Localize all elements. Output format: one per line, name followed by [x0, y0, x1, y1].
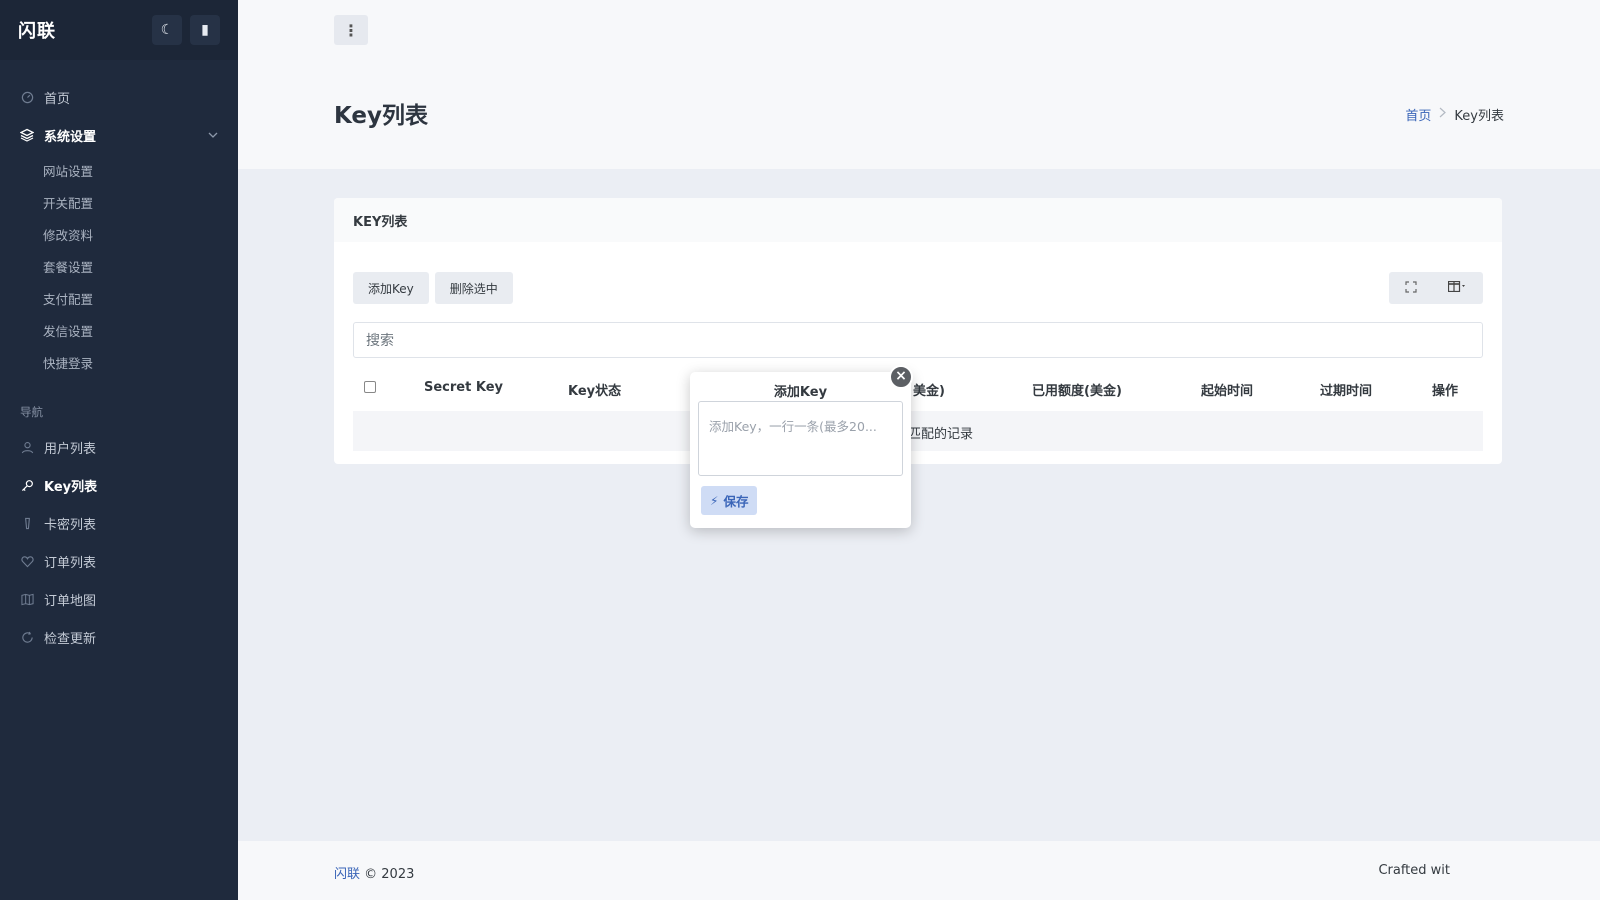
key-textarea[interactable]: 添加Key，一行一条(最多20... — [698, 401, 903, 476]
sidebar-nav: 首页 系统设置 网站设置 开关配置 修改资料 套餐设置 支付配置 发信设置 快捷… — [0, 60, 238, 656]
column-header-start-time[interactable]: 起始时间 — [1201, 380, 1253, 399]
footer-copyright: 闪联 © 2023 — [334, 863, 414, 882]
footer-brand-link[interactable]: 闪联 — [334, 867, 360, 882]
sidebar-item-order-map[interactable]: 订单地图 — [0, 580, 238, 618]
column-header-expire-time[interactable]: 过期时间 — [1320, 380, 1372, 399]
delete-selected-button[interactable]: 删除选中 — [434, 272, 513, 304]
sidebar-subitem-switches[interactable]: 开关配置 — [0, 186, 238, 218]
breadcrumb: 首页 Key列表 — [1405, 105, 1504, 124]
sidebar-item-check-update[interactable]: 检查更新 — [0, 618, 238, 656]
save-button-label: 保存 — [723, 494, 749, 509]
sidebar-section-label: 导航 — [20, 405, 43, 419]
column-header-used-quota[interactable]: 已用额度(美金) — [1032, 380, 1122, 399]
card-title: KEY列表 — [334, 198, 1502, 242]
map-icon — [20, 592, 34, 606]
user-icon — [20, 440, 34, 454]
sidebar-item-label: Key列表 — [44, 479, 98, 495]
card-icon — [20, 516, 34, 530]
sidebar-subitem-mail[interactable]: 发信设置 — [0, 314, 238, 346]
footer-copyright-text: © 2023 — [364, 867, 415, 882]
footer: 闪联 © 2023 Crafted wit — [238, 841, 1600, 900]
layers-icon — [20, 128, 34, 142]
key-icon — [20, 478, 34, 492]
dashboard-icon — [20, 90, 34, 104]
sidebar-item-label: 订单列表 — [44, 555, 97, 571]
sidebar-item-orders[interactable]: 订单列表 — [0, 542, 238, 580]
column-header-key-status[interactable]: Key状态 — [568, 380, 621, 399]
popover-title: 添加Key — [773, 385, 828, 400]
sidebar-item-users[interactable]: 用户列表 — [0, 428, 238, 466]
add-key-button[interactable]: 添加Key — [353, 272, 429, 304]
more-vertical-icon[interactable]: ⋮ — [334, 15, 368, 45]
table-toolbar: 添加Key 删除选中 — [353, 272, 519, 304]
column-header-quota[interactable]: 美金) — [913, 380, 945, 399]
sidebar-item-label: 用户列表 — [44, 441, 97, 457]
sidebar-subitem-profile[interactable]: 修改资料 — [0, 218, 238, 250]
add-key-popover: × 添加Key 添加Key，一行一条(最多20... ⚡ 保存 — [690, 365, 913, 528]
sidebar-item-system-settings[interactable]: 系统设置 — [0, 116, 238, 154]
sidebar-item-label: 检查更新 — [44, 631, 97, 647]
select-all-checkbox[interactable] — [364, 381, 376, 393]
breadcrumb-current: Key列表 — [1454, 109, 1504, 124]
sidebar-item-keys[interactable]: Key列表 — [0, 466, 238, 504]
key-list-card: KEY列表 添加Key 删除选中 搜索 Secret Key Key状态 美金)… — [334, 198, 1502, 464]
moon-icon[interactable]: ☾ — [152, 15, 182, 45]
sidebar-item-home[interactable]: 首页 — [0, 78, 238, 116]
chevron-right-icon — [1439, 107, 1447, 122]
sidebar-header: 闪联 ☾ ▮ — [0, 0, 238, 60]
brand-logo[interactable]: 闪联 — [18, 17, 144, 43]
topbar: ⋮ — [238, 0, 1600, 60]
sidebar-subitem-payment[interactable]: 支付配置 — [0, 282, 238, 314]
sidebar-item-label: 首页 — [44, 91, 71, 107]
sidebar-item-label: 系统设置 — [44, 129, 97, 145]
sidebar-item-cards[interactable]: 卡密列表 — [0, 504, 238, 542]
pin-icon[interactable]: ▮ — [190, 15, 220, 45]
chevron-down-icon — [208, 130, 218, 141]
sidebar: 闪联 ☾ ▮ 首页 系统设置 网站设置 开关配置 修改资料 套餐设置 支付配置 … — [0, 0, 238, 900]
sidebar-subitem-quick-login[interactable]: 快捷登录 — [0, 346, 238, 378]
table-tools — [1389, 272, 1483, 304]
heart-icon — [20, 554, 34, 568]
sidebar-subitem-packages[interactable]: 套餐设置 — [0, 250, 238, 282]
sidebar-item-label: 订单地图 — [44, 593, 97, 609]
column-header-actions: 操作 — [1432, 384, 1459, 399]
column-header-secret-key[interactable]: Secret Key — [424, 380, 503, 395]
page-header: Key列表 首页 Key列表 — [238, 60, 1600, 169]
sidebar-subitem-website[interactable]: 网站设置 — [0, 154, 238, 186]
close-icon[interactable]: × — [889, 365, 913, 389]
sidebar-item-label: 卡密列表 — [44, 517, 97, 533]
table-header: Secret Key Key状态 美金) 已用额度(美金) 起始时间 过期时间 … — [353, 368, 1483, 408]
save-button[interactable]: ⚡ 保存 — [701, 486, 758, 515]
fullscreen-icon[interactable] — [1404, 280, 1417, 296]
breadcrumb-home-link[interactable]: 首页 — [1405, 105, 1431, 124]
refresh-icon — [20, 630, 34, 644]
bolt-icon: ⚡ — [710, 493, 719, 508]
empty-text: 匹配的记录 — [908, 427, 974, 442]
table-empty-row: 匹配的记录 — [353, 411, 1483, 451]
search-input[interactable]: 搜索 — [353, 322, 1483, 358]
columns-toggle-icon[interactable] — [1447, 280, 1468, 295]
page-title: Key列表 — [334, 103, 429, 129]
footer-crafted: Crafted wit — [1378, 863, 1450, 878]
